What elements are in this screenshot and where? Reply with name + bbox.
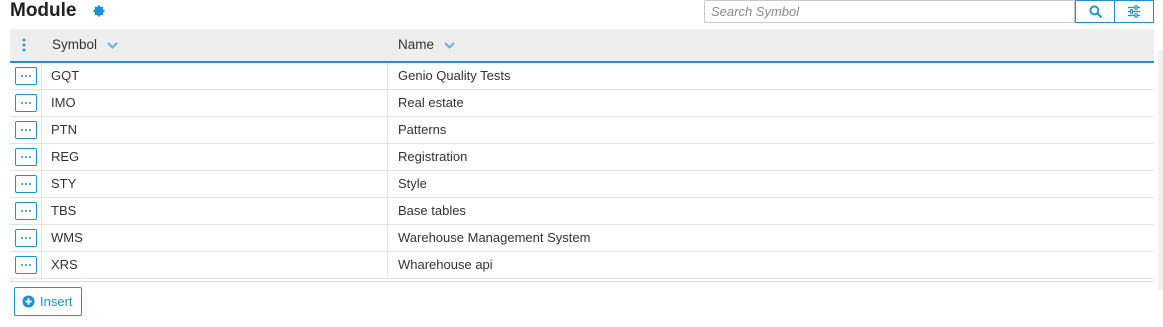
module-table: Symbol Name GQT Genio Quality Tests IMO … (10, 29, 1154, 279)
name-cell: Registration (398, 149, 468, 164)
table-row[interactable]: PTN Patterns (10, 117, 1154, 144)
table-row[interactable]: IMO Real estate (10, 90, 1154, 117)
search-field[interactable] (704, 0, 1075, 23)
symbol-cell: PTN (42, 117, 388, 143)
row-actions-button[interactable] (15, 148, 37, 166)
name-cell: Base tables (398, 203, 466, 218)
table-body: GQT Genio Quality Tests IMO Real estate … (10, 63, 1154, 279)
column-menu-icon[interactable] (21, 38, 27, 52)
symbol-cell: IMO (42, 90, 388, 116)
search-input[interactable] (705, 1, 1074, 22)
table-header: Symbol Name (10, 29, 1154, 63)
chevron-down-icon (444, 42, 455, 49)
row-actions-button[interactable] (15, 121, 37, 139)
plus-circle-icon (22, 295, 35, 308)
sliders-icon (1128, 5, 1140, 18)
table-row[interactable]: STY Style (10, 171, 1154, 198)
page-title: Module (10, 0, 77, 21)
row-actions-button[interactable] (15, 67, 37, 85)
name-cell: Real estate (398, 95, 464, 110)
insert-button-label: Insert (40, 294, 73, 309)
name-cell: Patterns (398, 122, 447, 137)
row-actions-button[interactable] (15, 175, 37, 193)
name-cell: Warehouse Management System (398, 230, 591, 245)
gear-icon[interactable] (92, 4, 106, 18)
column-header-symbol[interactable]: Symbol (52, 29, 118, 61)
name-cell: Style (398, 176, 427, 191)
search-button[interactable] (1075, 0, 1115, 23)
row-actions-button[interactable] (15, 94, 37, 112)
scrollbar[interactable] (1158, 50, 1163, 290)
symbol-cell: WMS (42, 225, 388, 251)
table-footer: Insert (10, 281, 1154, 327)
symbol-cell: XRS (42, 252, 388, 278)
table-row[interactable]: REG Registration (10, 144, 1154, 171)
filter-button[interactable] (1114, 0, 1154, 23)
symbol-cell: REG (42, 144, 388, 170)
column-header-name[interactable]: Name (398, 29, 455, 61)
table-row[interactable]: XRS Wharehouse api (10, 252, 1154, 279)
symbol-cell: GQT (42, 63, 388, 89)
name-cell: Genio Quality Tests (398, 68, 511, 83)
row-actions-button[interactable] (15, 202, 37, 220)
row-actions-button[interactable] (15, 229, 37, 247)
row-actions-button[interactable] (15, 256, 37, 274)
table-row[interactable]: GQT Genio Quality Tests (10, 63, 1154, 90)
insert-button[interactable]: Insert (14, 287, 82, 316)
column-header-label: Symbol (52, 37, 98, 52)
page-header: Module (0, 0, 1163, 24)
column-header-label: Name (398, 37, 435, 52)
chevron-down-icon (107, 42, 118, 49)
table-row[interactable]: TBS Base tables (10, 198, 1154, 225)
symbol-cell: TBS (42, 198, 388, 224)
search-icon (1088, 5, 1102, 18)
symbol-cell: STY (42, 171, 388, 197)
table-row[interactable]: WMS Warehouse Management System (10, 225, 1154, 252)
name-cell: Wharehouse api (398, 257, 493, 272)
